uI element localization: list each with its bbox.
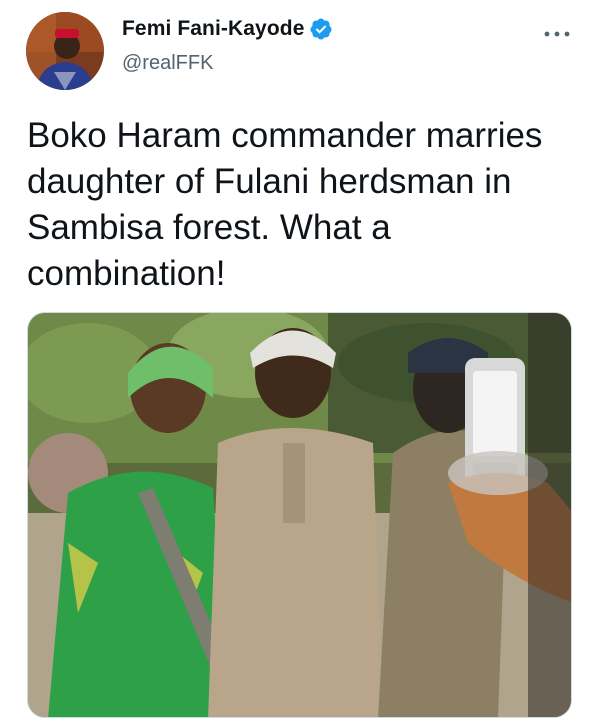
tweet-media-video[interactable] <box>27 312 572 718</box>
tweet-card: Femi Fani-Kayode @realFFK Boko Haram com… <box>0 0 597 720</box>
avatar[interactable] <box>26 12 104 90</box>
video-still-image <box>28 313 571 717</box>
author-name-row: Femi Fani-Kayode <box>122 17 333 41</box>
author-handle[interactable]: @realFFK <box>122 52 213 75</box>
tweet-text: Boko Haram commander marries daughter of… <box>27 116 543 293</box>
author-display-name[interactable]: Femi Fani-Kayode <box>122 17 304 41</box>
more-options-icon[interactable] <box>537 22 577 46</box>
verified-badge-icon <box>310 18 332 40</box>
